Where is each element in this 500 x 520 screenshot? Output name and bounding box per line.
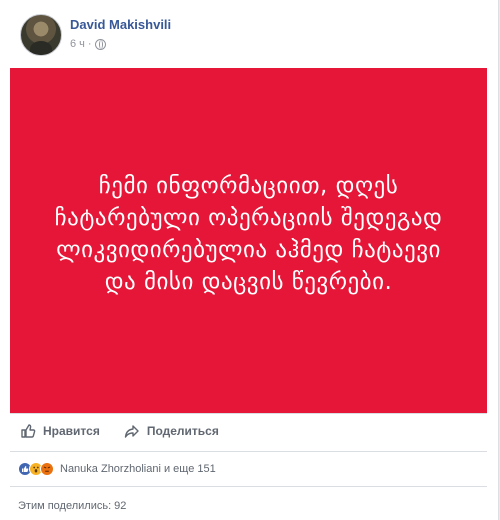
- divider: [10, 451, 487, 452]
- author-name[interactable]: David Makishvili: [70, 17, 171, 33]
- globe-icon[interactable]: [94, 38, 106, 50]
- share-button[interactable]: Поделиться: [124, 423, 219, 439]
- banner-text: ჩემი ინფორმაციით, დღეს ჩატარებული ოპერაც…: [54, 172, 443, 295]
- divider: [10, 486, 487, 487]
- reactions-bar[interactable]: Nanuka Zhorzholiani и еще 151: [18, 462, 216, 476]
- post-header: David Makishvili 6 ч ·: [20, 14, 171, 56]
- like-button[interactable]: Нравится: [20, 423, 100, 439]
- like-label: Нравится: [43, 424, 100, 438]
- author-avatar[interactable]: [20, 14, 62, 56]
- post-banner: ჩემი ინფორმაციით, დღეს ჩატარებული ოპერაც…: [10, 68, 487, 413]
- separator-dot: ·: [87, 38, 92, 50]
- post-meta: David Makishvili 6 ч ·: [70, 17, 171, 50]
- post-time-row: 6 ч ·: [70, 38, 171, 50]
- share-label: Поделиться: [146, 424, 219, 438]
- share-arrow-icon: [124, 425, 139, 438]
- angry-reaction-icon: [40, 462, 54, 476]
- shares-count[interactable]: Этим поделились: 92: [18, 500, 126, 512]
- post-actions: Нравится Поделиться: [20, 423, 219, 439]
- divider: [10, 413, 487, 414]
- reactions-summary[interactable]: Nanuka Zhorzholiani и еще 151: [60, 463, 216, 475]
- post-timestamp[interactable]: 6 ч: [70, 38, 85, 50]
- thumbs-up-icon: [21, 424, 36, 438]
- facebook-post: David Makishvili 6 ч · ჩემი ინფორმაციით,…: [0, 0, 499, 520]
